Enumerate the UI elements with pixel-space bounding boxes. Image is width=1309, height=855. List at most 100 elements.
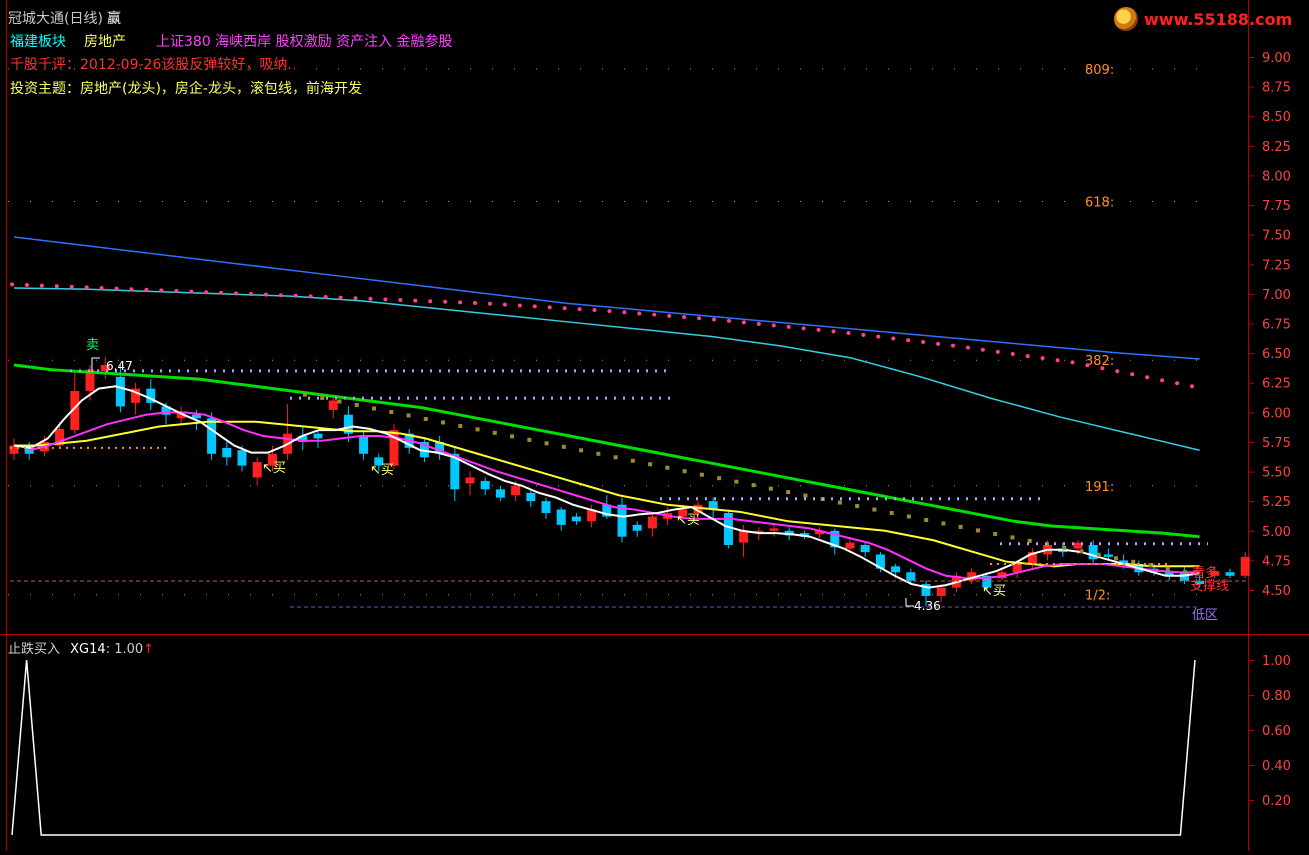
chart-canvas[interactable]: 9.00 8.75 8.50 8.25 8.00 7.75 7.50 7.25 7.00 6.75… [0,0,1309,851]
buy-signal-label: ↖买 [370,463,394,478]
trend-dot [1025,354,1030,359]
y-tick-label: 6.50 [1262,347,1291,362]
trend-dot [368,296,373,301]
y-tick-mark [1248,501,1254,503]
y-tick-label: 5.00 [1262,525,1291,540]
trend-dot [458,300,463,305]
ma-cyan-line [13,287,1200,451]
y-tick-label: 8.50 [1262,110,1291,125]
candle-body [115,376,125,407]
indicator-value: 1.00 [114,642,144,657]
trend-dot [712,317,717,322]
channel-dot [527,437,532,442]
y-tick-label: 7.00 [1262,288,1291,303]
y-tick-mark [1248,205,1254,207]
candle-body [541,501,551,514]
candle-body [328,400,338,410]
sector-label[interactable]: 福建板块 [10,31,66,51]
y-tick-mark [1248,86,1254,88]
indicator-line [11,659,1196,836]
fib-level-label: 1/2: [1085,589,1110,604]
indicator-label: 止跌买入 XG14: 1.00↑ [8,642,155,657]
trend-dot [278,293,283,298]
high-price-label: 6.47 [106,359,133,373]
trend-dot [487,301,492,306]
y-tick-mark [1248,590,1254,591]
indicator-series-name: XG14 [70,642,106,657]
trend-dot [607,309,612,314]
candle-body [845,542,855,549]
industry-label[interactable]: 房地产 [84,31,126,51]
site-logo: www.55188.com [1108,6,1304,32]
channel-dot [579,448,584,453]
trend-dot [353,296,358,301]
candle-body [465,477,475,484]
y-tick-label: 8.25 [1262,140,1291,155]
channel-dot [665,465,670,470]
concept-labels[interactable]: 上证380 海峡西岸 股权激励 资产注入 金融参股 [156,31,453,51]
indicator-tick-mark [1248,765,1254,766]
trend-dot [517,303,522,308]
y-tick-mark [1248,412,1254,414]
indicator-tick-mark [1248,730,1254,731]
y-tick-label: 4.75 [1262,554,1291,569]
y-tick-label: 8.75 [1262,81,1291,96]
trend-dot [547,305,552,310]
trend-dot [234,291,239,296]
y-tick-mark [1248,145,1254,147]
candle-body [617,504,627,537]
candle-body [769,528,779,531]
trend-dot [592,308,597,313]
candle-body [906,572,916,581]
trend-dot [114,286,119,291]
channel-dot [837,500,842,505]
logo-icon [1114,7,1138,31]
indicator-tick-label: 1.00 [1262,654,1291,669]
channel-dot [630,458,635,463]
trend-dot [906,338,911,343]
trend-dot [129,287,134,292]
candle-body [1240,556,1250,576]
trend-dot [741,320,746,325]
trend-dot [174,289,179,294]
trend-dot [1190,384,1194,389]
trend-dot [562,306,567,311]
trend-dot [189,289,194,294]
channel-dot [510,434,515,439]
buy-signal-label: ↖买 [262,461,286,476]
channel-dot [786,490,791,495]
y-tick-mark [1248,57,1254,58]
channel-dot [751,483,756,488]
channel-dot [613,455,618,460]
trend-dot [144,287,149,292]
logo-text: www.55188.com [1144,10,1293,29]
channel-dot [1183,570,1187,575]
panel-divider [0,634,1309,635]
ma-magenta-line [28,411,1200,580]
indicator-tick-label: 0.60 [1262,724,1291,739]
indicator-tick-label: 0.40 [1262,759,1291,774]
trend-dot [263,292,268,297]
candle-body [222,447,232,458]
candle-body [480,481,490,490]
channel-dot [803,493,808,498]
channel-dot [389,409,394,414]
channel-dot [1165,566,1170,571]
title-tag: 赢 [106,11,121,27]
candle-body [632,524,642,531]
channel-dot [423,416,428,421]
stock-name: 冠城大通(日线) [8,11,103,27]
trend-dot [786,324,791,329]
channel-dot [1113,556,1118,561]
y-tick-label: 8.00 [1262,169,1291,184]
channel-dot [303,392,307,397]
trend-dot [323,295,328,300]
y-tick-label: 4.50 [1262,584,1291,599]
indicator-tick-mark [1248,800,1254,801]
fib-level-label: 809: [1085,63,1114,78]
stock-comment: 千股千评：2012-09-26该股反弹较好，吸纳. [10,57,292,73]
trend-dot [936,341,941,346]
trend-dot [1175,381,1180,386]
trend-dot [1010,351,1015,356]
y-tick-label: 9.00 [1262,51,1291,66]
